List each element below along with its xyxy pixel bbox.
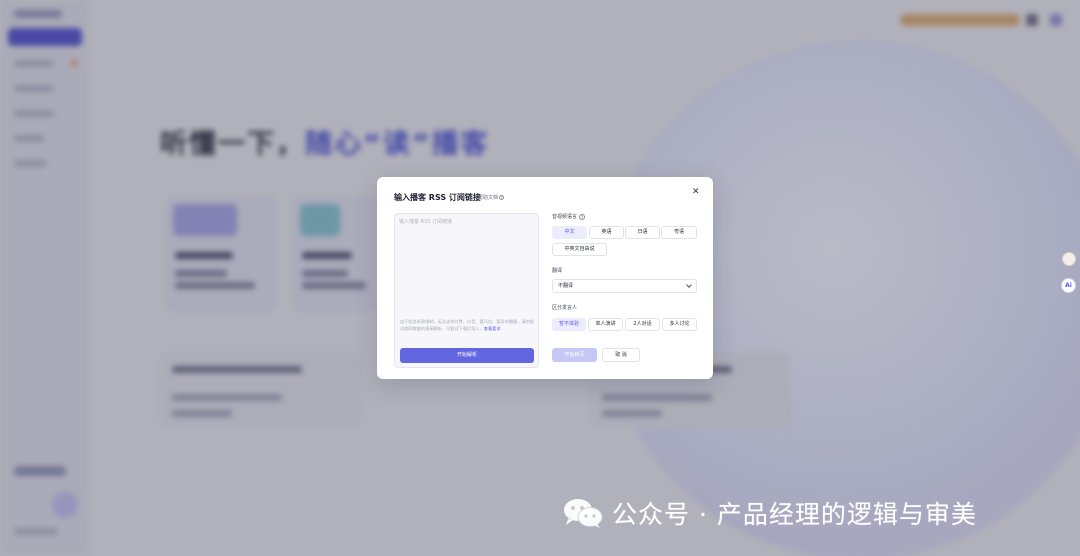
translate-value: 不翻译	[558, 283, 574, 289]
speaker-option-multi[interactable]: 多人讨论	[662, 318, 697, 331]
rss-import-dialog: 输入播客 RSS 订阅链接 帮助文档? ✕ 由于版务条款限制，无法支持付费、抖音…	[377, 177, 713, 379]
language-label: 音视频语言?	[552, 213, 586, 220]
speaker-option-two[interactable]: 2人对话	[625, 318, 660, 331]
speaker-option-none[interactable]: 暂不体验	[552, 318, 586, 331]
translate-label: 翻译	[552, 268, 563, 274]
language-option-english[interactable]: 英语	[589, 226, 624, 239]
requirements-link[interactable]: 查看要求	[484, 326, 501, 331]
dialog-title: 输入播客 RSS 订阅链接	[394, 193, 481, 202]
parse-button[interactable]: 开始解析	[400, 348, 534, 363]
hint-text: 由于版务条款限制，无法支持付费、抖音、喜马拉、爱奇的播客，请勿尝试相同数据的直接…	[400, 319, 535, 331]
help-doc-link[interactable]: 帮助文档?	[478, 194, 505, 201]
rss-url-input[interactable]	[399, 218, 534, 314]
wechat-icon	[562, 497, 604, 529]
language-option-chinese[interactable]: 中文	[552, 226, 587, 239]
question-icon: ?	[499, 195, 505, 200]
rss-input-panel: 由于版务条款限制，无法支持付费、抖音、喜马拉、爱奇的播客，请勿尝试相同数据的直接…	[394, 213, 539, 368]
speaker-option-single[interactable]: 单人演讲	[588, 318, 623, 331]
question-icon[interactable]: ?	[579, 213, 586, 220]
close-icon[interactable]: ✕	[692, 188, 700, 197]
watermark-text: 公众号 · 产品经理的逻辑与审美	[612, 500, 977, 529]
language-option-japanese[interactable]: 日语	[625, 226, 660, 239]
language-option-cantonese[interactable]: 粤语	[661, 226, 697, 239]
language-option-mixed[interactable]: 中英文自由说	[552, 243, 607, 256]
ai-assistant-button[interactable]: Ai	[1061, 278, 1076, 293]
watermark: 公众号 · 产品经理的逻辑与审美	[562, 497, 977, 529]
chevron-down-icon	[686, 282, 692, 288]
cancel-button[interactable]: 取 消	[602, 348, 640, 362]
speaker-label: 区分发言人	[552, 305, 578, 311]
assistant-avatar[interactable]	[1062, 252, 1076, 266]
start-transcribe-button[interactable]: 开始转写	[552, 348, 597, 362]
translate-select[interactable]: 不翻译	[552, 279, 697, 293]
